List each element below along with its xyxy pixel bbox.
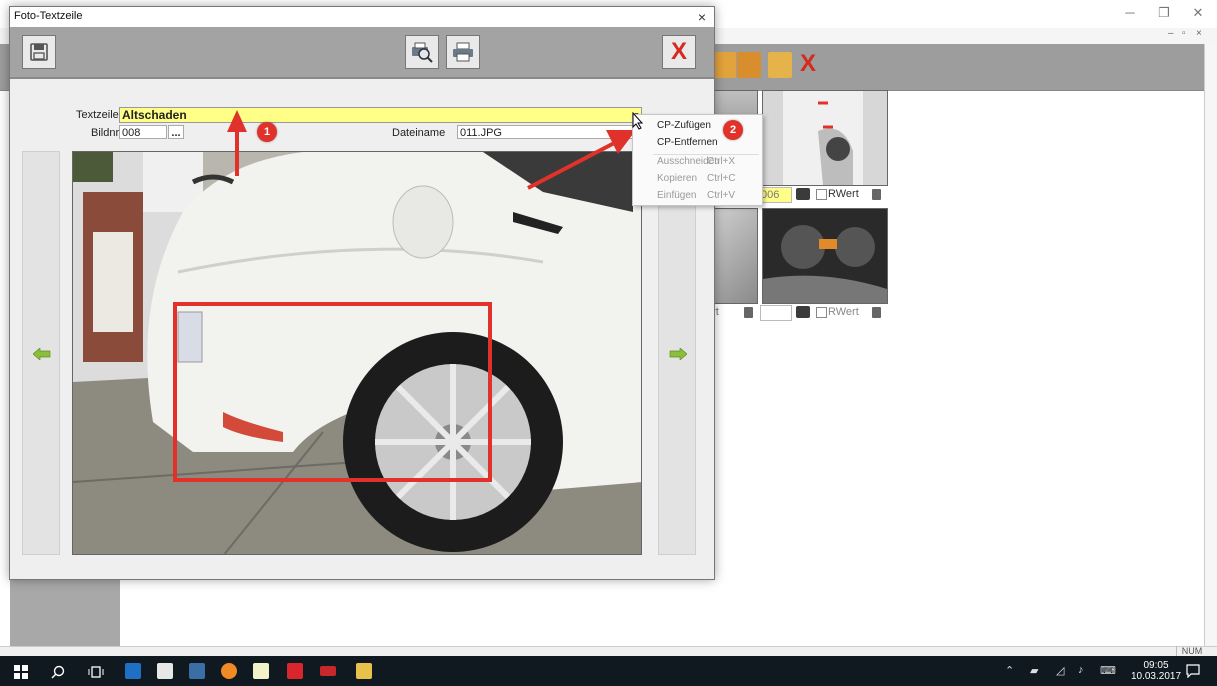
annotation-badge-1: 1 xyxy=(257,122,277,142)
notification-icon[interactable] xyxy=(1186,664,1200,678)
ctx-ausschneiden[interactable]: Ausschneiden Ctrl+X xyxy=(633,153,762,170)
explorer-icon[interactable] xyxy=(157,663,173,679)
tray-chevron-icon[interactable]: ⌃ xyxy=(1005,664,1014,677)
keyboard-icon[interactable]: ⌨ xyxy=(1100,664,1116,677)
clock-date[interactable]: 10.03.2017 xyxy=(1130,671,1182,682)
app-icon[interactable] xyxy=(189,663,205,679)
ctx-item-label: Kopieren xyxy=(657,173,698,184)
context-menu: CP-Zufügen CP-Entfernen Ausschneiden Ctr… xyxy=(632,114,763,206)
ctx-cp-entfernen[interactable]: CP-Entfernen xyxy=(633,134,762,151)
ctx-item-label: CP-Zufügen xyxy=(657,120,711,131)
notepad-icon[interactable] xyxy=(253,663,269,679)
ctx-einfuegen[interactable]: Einfügen Ctrl+V xyxy=(633,187,762,204)
ctx-item-label: Einfügen xyxy=(657,190,697,201)
clock-time[interactable]: 09:05 xyxy=(1130,660,1182,671)
ctx-item-shortcut: Ctrl+V xyxy=(707,190,736,201)
folder-icon[interactable] xyxy=(356,663,372,679)
start-icon[interactable] xyxy=(14,665,28,679)
volume-icon[interactable]: ♪ xyxy=(1078,664,1084,676)
tray-app-icon[interactable]: ▰ xyxy=(1030,664,1038,677)
task-view-icon[interactable] xyxy=(88,665,104,679)
outlook-icon[interactable] xyxy=(125,663,141,679)
ctx-item-shortcut: Ctrl+C xyxy=(707,173,736,184)
annotation-badge-2: 2 xyxy=(723,120,743,140)
mouse-cursor-icon xyxy=(632,112,644,130)
app-car-icon[interactable] xyxy=(320,666,336,676)
ctx-kopieren[interactable]: Kopieren Ctrl+C xyxy=(633,170,762,187)
search-icon[interactable] xyxy=(51,665,65,679)
firefox-icon[interactable] xyxy=(221,663,237,679)
app-red-icon[interactable] xyxy=(287,663,303,679)
network-icon[interactable]: ◿ xyxy=(1056,664,1064,677)
annotation-arrows xyxy=(227,110,636,190)
ctx-item-shortcut: Ctrl+X xyxy=(707,156,736,167)
ctx-item-label: CP-Entfernen xyxy=(657,137,718,148)
